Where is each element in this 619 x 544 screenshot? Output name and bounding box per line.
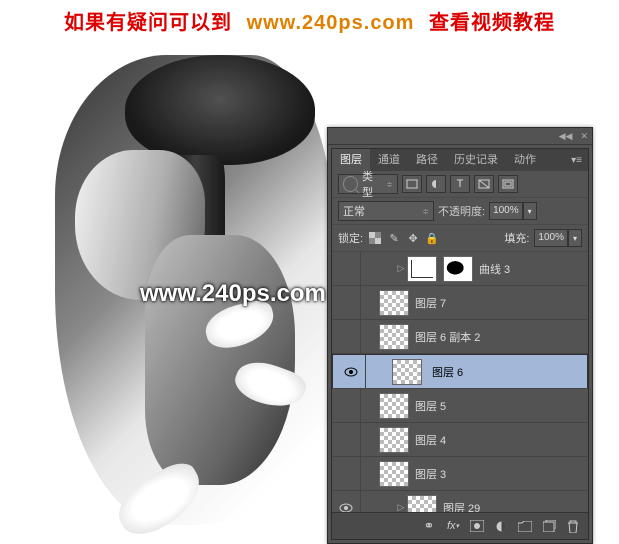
layer-thumb (379, 290, 409, 316)
layer-name[interactable]: 图层 3 (415, 466, 446, 482)
layer-row[interactable]: 图层 6 (332, 354, 588, 389)
filter-type-icon[interactable]: T (450, 175, 470, 193)
layer-row[interactable]: 图层 4 (332, 423, 588, 457)
lock-position-icon[interactable]: ✥ (406, 231, 420, 245)
layer-thumb (407, 495, 437, 513)
visibility-toggle[interactable] (332, 423, 361, 456)
tutorial-banner: 如果有疑问可以到 www.240ps.com 查看视频教程 (0, 6, 619, 35)
lock-label: 锁定: (338, 230, 363, 246)
chevron-down-icon: ≑ (386, 180, 393, 189)
layers-panel: ◀◀ ✕ 图层 通道 路径 历史记录 动作 ▾≡ 类型 ≑ T 正常 ≑ 不透明… (327, 127, 593, 544)
fill-label: 填充: (504, 230, 529, 246)
layer-name[interactable]: 图层 7 (415, 295, 446, 311)
layer-name[interactable]: 图层 4 (415, 432, 446, 448)
visibility-toggle[interactable] (332, 389, 361, 422)
watermark: www.240ps.com (140, 280, 326, 308)
panel-collapse-arrows[interactable]: ◀◀ (555, 131, 577, 142)
group-icon[interactable] (514, 517, 536, 535)
layer-row[interactable]: ▷ 图层 29 (332, 491, 588, 512)
visibility-toggle[interactable] (337, 355, 366, 388)
filter-shape-icon[interactable] (474, 175, 494, 193)
banner-text-1: 如果有疑问可以到 (64, 12, 232, 34)
panel-menu-icon[interactable]: ▾≡ (565, 155, 588, 166)
visibility-toggle[interactable] (332, 252, 361, 285)
layer-row[interactable]: 图层 6 副本 2 (332, 320, 588, 354)
arm-shape (145, 235, 295, 485)
banner-text-2: 查看视频教程 (429, 12, 555, 34)
layer-thumb (379, 324, 409, 350)
layer-name[interactable]: 曲线 3 (479, 261, 510, 277)
layers-list: ▷ 曲线 3 图层 7 图层 6 副本 2 图层 6 图层 5 图层 4 图层 3 ▷ 图层 29 (332, 252, 588, 512)
layer-name[interactable]: 图层 6 (432, 364, 463, 380)
layer-thumb (379, 393, 409, 419)
opacity-value: 100% (489, 202, 523, 220)
layer-name[interactable]: 图层 6 副本 2 (415, 329, 480, 345)
visibility-toggle[interactable] (332, 491, 361, 512)
filter-row: 类型 ≑ T (332, 171, 588, 198)
adjustment-layer-icon[interactable] (490, 517, 512, 535)
layer-thumb (379, 427, 409, 453)
layer-fx-icon[interactable]: fx▾ (442, 517, 464, 535)
panel-footer: ⚭ fx▾ (332, 512, 588, 539)
opacity-input[interactable]: 100% ▾ (489, 202, 537, 220)
lock-transparency-icon[interactable] (368, 231, 382, 245)
panel-close-icon[interactable]: ✕ (576, 131, 592, 142)
layer-thumb-curves (407, 256, 437, 282)
chevron-down-icon: ▾ (523, 202, 537, 220)
opacity-label: 不透明度: (438, 203, 485, 219)
hat-shape (125, 55, 315, 165)
layer-name[interactable]: 图层 5 (415, 398, 446, 414)
blend-row: 正常 ≑ 不透明度: 100% ▾ (332, 198, 588, 225)
blend-mode-select[interactable]: 正常 ≑ (338, 201, 434, 221)
chevron-down-icon: ▾ (568, 229, 582, 247)
layer-mask-thumb (443, 256, 473, 282)
fill-input[interactable]: 100% ▾ (534, 229, 582, 247)
tab-actions[interactable]: 动作 (506, 149, 544, 171)
tab-paths[interactable]: 路径 (408, 149, 446, 171)
lock-all-icon[interactable]: 🔒 (425, 231, 439, 245)
visibility-toggle[interactable] (332, 286, 361, 319)
tab-history[interactable]: 历史记录 (446, 149, 506, 171)
filter-smart-icon[interactable] (498, 175, 518, 193)
filter-label: 类型 (362, 168, 382, 200)
delete-layer-icon[interactable] (562, 517, 584, 535)
visibility-toggle[interactable] (332, 320, 361, 353)
visibility-toggle[interactable] (332, 457, 361, 490)
layer-thumb (392, 359, 422, 385)
layer-row[interactable]: ▷ 曲线 3 (332, 252, 588, 286)
search-icon (343, 176, 358, 192)
expand-triangle-icon[interactable]: ▷ (395, 502, 407, 512)
layer-row[interactable]: 图层 3 (332, 457, 588, 491)
panel-titlebar: ◀◀ ✕ (328, 128, 592, 145)
layer-mask-icon[interactable] (466, 517, 488, 535)
link-layers-icon[interactable]: ⚭ (418, 517, 440, 535)
layer-thumb (379, 461, 409, 487)
fill-value: 100% (534, 229, 568, 247)
chevron-down-icon: ≑ (422, 207, 429, 216)
layer-name[interactable]: 图层 29 (443, 500, 480, 513)
blend-mode-value: 正常 (343, 203, 365, 219)
layer-row[interactable]: 图层 5 (332, 389, 588, 423)
filter-type-select[interactable]: 类型 ≑ (338, 174, 398, 194)
new-layer-icon[interactable] (538, 517, 560, 535)
layer-row[interactable]: 图层 7 (332, 286, 588, 320)
expand-triangle-icon[interactable]: ▷ (395, 263, 407, 274)
filter-adjust-icon[interactable] (426, 175, 446, 193)
banner-url: www.240ps.com (247, 12, 415, 34)
filter-pixel-icon[interactable] (402, 175, 422, 193)
lock-pixels-icon[interactable]: ✎ (387, 231, 401, 245)
lock-row: 锁定: ✎ ✥ 🔒 填充: 100% ▾ (332, 225, 588, 252)
